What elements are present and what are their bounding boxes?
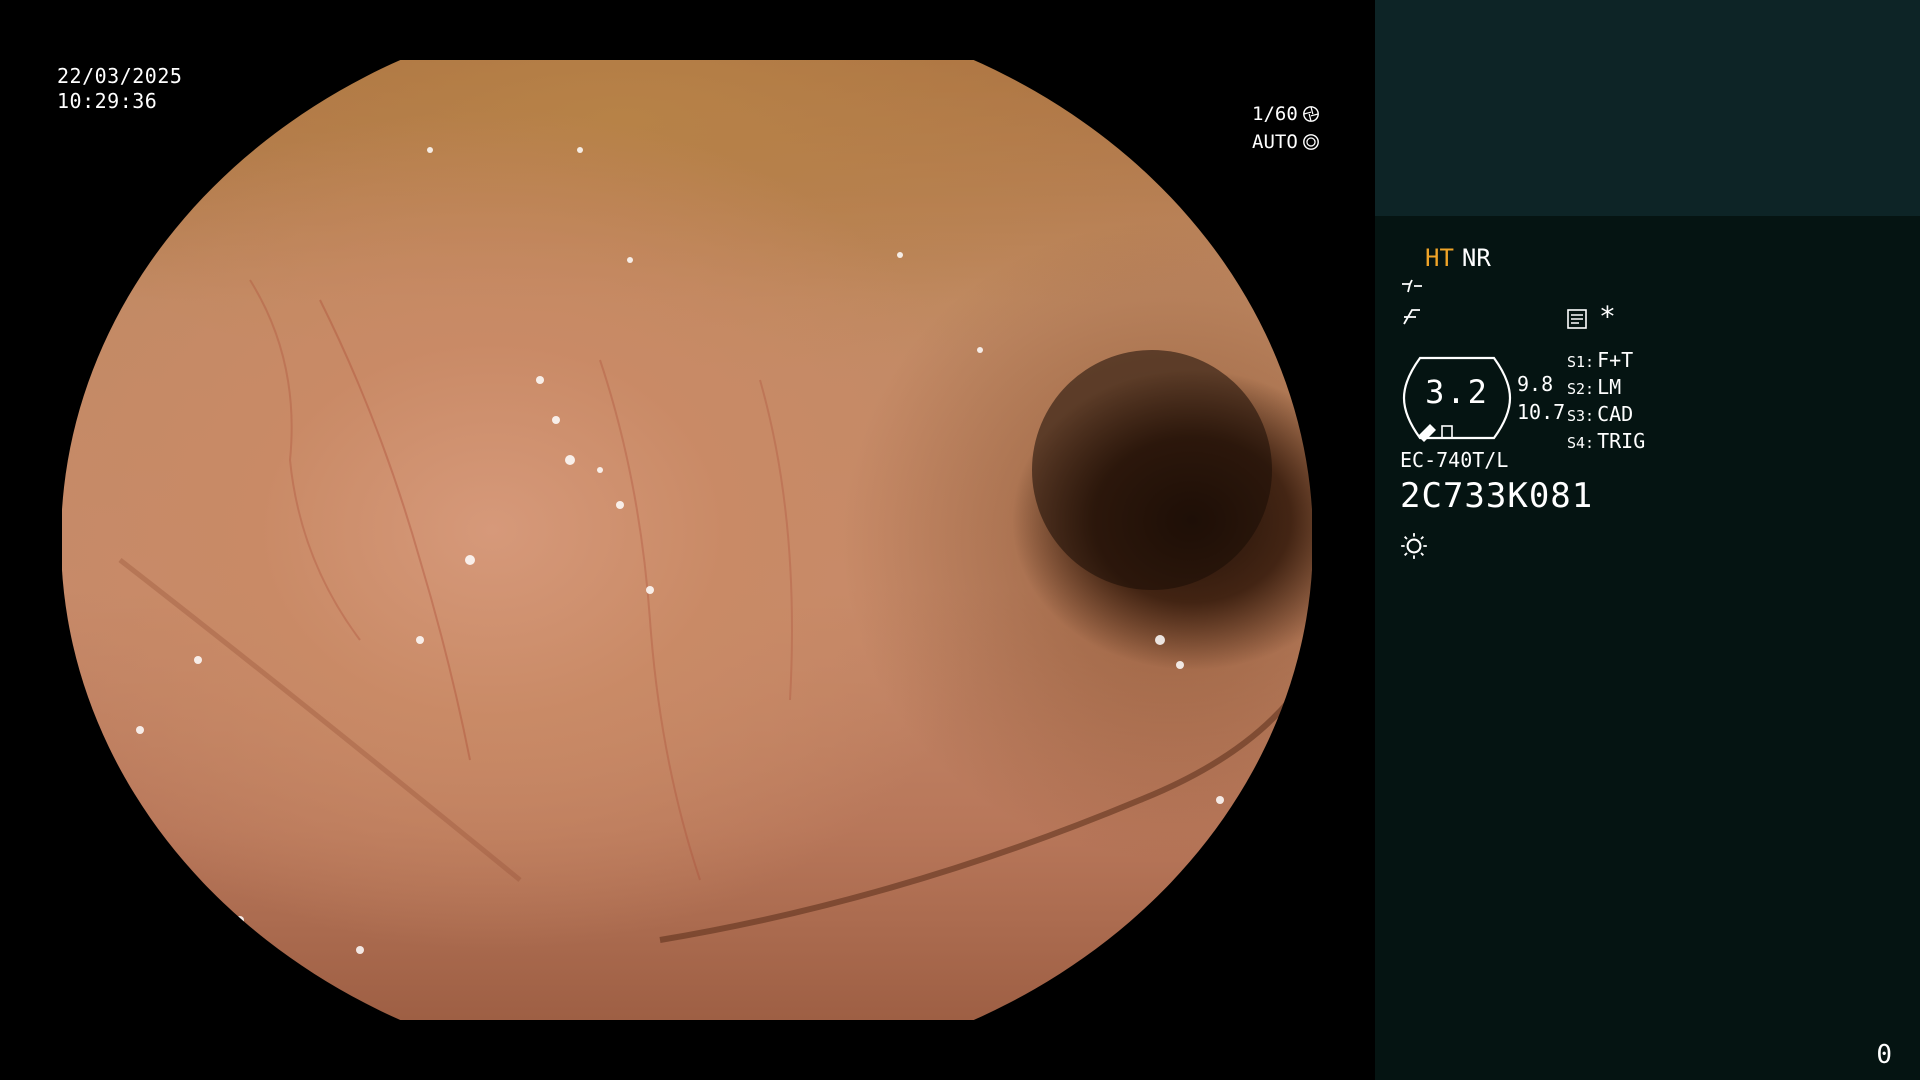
image-counter: 0 (1876, 1040, 1892, 1070)
ht-mode-label: HT (1425, 244, 1454, 272)
time-text: 10:29:36 (57, 89, 158, 113)
image-mode-indicators: HT NR (1425, 244, 1491, 272)
zoom-side-values: 9.8 10.7 (1517, 370, 1565, 426)
info-panel: HT NR (1375, 0, 1920, 1080)
colon-mucosa-image (62, 60, 1312, 1020)
scope-serial-number: 2C733K081 (1400, 476, 1594, 516)
date-time-display: 22/03/2025 10:29:36 (57, 64, 182, 114)
color-enhance-icon (1400, 306, 1424, 328)
exposure-info: 1/60 AUTO (1252, 100, 1320, 156)
switch-row: S2: LM (1567, 375, 1645, 402)
iris-icon (1302, 134, 1319, 150)
structure-enhance-icon (1400, 276, 1424, 298)
lamp-icon (1400, 532, 1428, 560)
switch-value: CAD (1597, 402, 1634, 426)
switch-key: S1: (1567, 353, 1595, 371)
panel-header-area (1375, 0, 1920, 216)
switch-key: S4: (1567, 434, 1595, 452)
switch-row: S4: TRIG (1567, 429, 1645, 456)
zoom-value: 3.2 (1425, 373, 1489, 411)
switch-row: S3: CAD (1567, 402, 1645, 429)
switch-key: S3: (1567, 407, 1595, 425)
switch-value: LM (1597, 375, 1622, 399)
aperture-icon (1302, 106, 1319, 122)
recording-icon (1565, 308, 1589, 330)
exposure-mode-text: AUTO (1252, 131, 1298, 153)
switch-value: TRIG (1597, 429, 1646, 453)
switch-value: F+T (1597, 348, 1634, 372)
zoom-value-bottom: 10.7 (1517, 400, 1566, 424)
scope-switch-list: S1: F+T S2: LM S3: CAD S4: TRIG (1567, 348, 1645, 456)
shutter-speed-text: 1/60 (1252, 103, 1298, 125)
switch-row: S1: F+T (1567, 348, 1645, 375)
zoom-value-top: 9.8 (1517, 372, 1554, 396)
date-text: 22/03/2025 (57, 64, 183, 88)
nr-mode-label: NR (1461, 244, 1491, 272)
endoscopy-screen: 22/03/2025 10:29:36 1/60 AUTO HT NR * 3.… (0, 0, 1920, 1080)
switch-key: S2: (1567, 380, 1595, 398)
endoscope-image-area: 22/03/2025 10:29:36 1/60 AUTO (0, 0, 1375, 1080)
scope-model-label: EC-740T/L (1400, 448, 1509, 472)
asterisk-icon: * (1599, 300, 1616, 333)
